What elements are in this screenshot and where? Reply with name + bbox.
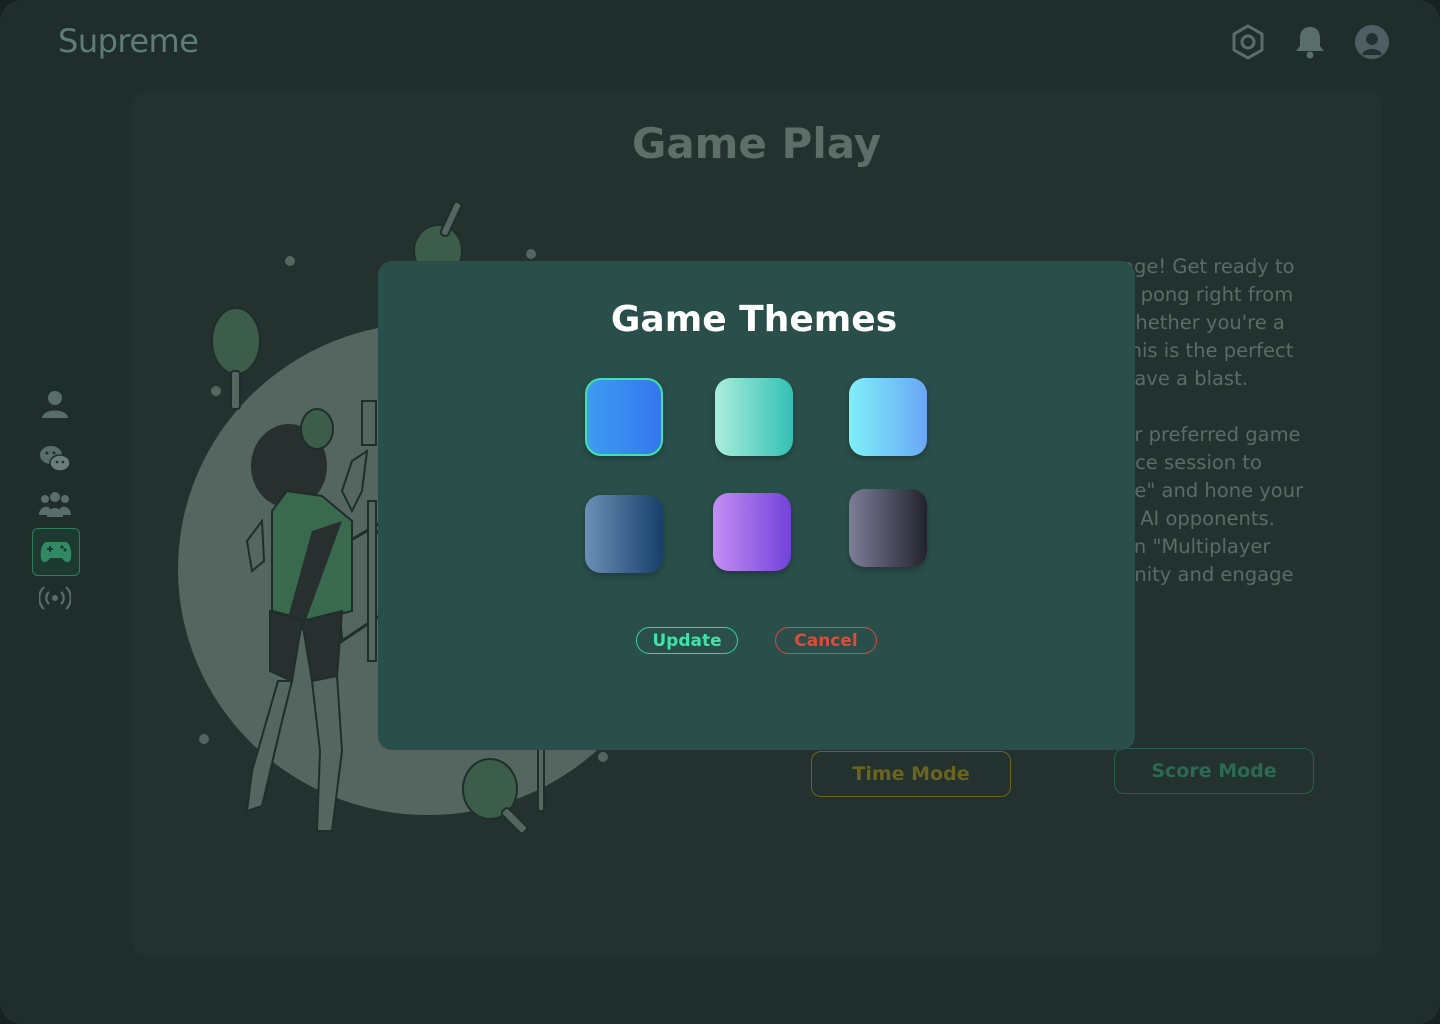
time-mode-button[interactable]: Time Mode: [811, 751, 1011, 797]
theme-swatch-sky[interactable]: [849, 378, 927, 456]
group-icon: [39, 492, 71, 517]
game-themes-modal: Game Themes Update Cancel: [378, 261, 1135, 750]
user-icon: [42, 391, 68, 418]
theme-swatch-navy[interactable]: [585, 495, 663, 573]
app-window: Supreme Game Play age! Get ready to pong…: [0, 0, 1440, 1024]
score-mode-button[interactable]: Score Mode: [1114, 748, 1314, 794]
sidebar-item-games[interactable]: [32, 528, 80, 576]
settings-icon[interactable]: [1230, 24, 1266, 60]
brand-logo: Supreme: [58, 22, 199, 60]
gamepad-icon: [40, 542, 72, 563]
sidebar-item-profile[interactable]: [32, 381, 78, 427]
cancel-button[interactable]: Cancel: [775, 627, 877, 654]
update-button[interactable]: Update: [636, 627, 738, 654]
broadcast-icon: [39, 586, 71, 610]
bell-icon[interactable]: [1292, 24, 1328, 60]
sidebar-item-chat[interactable]: [32, 436, 78, 482]
theme-swatch-blue[interactable]: [585, 378, 663, 456]
theme-swatch-violet[interactable]: [713, 493, 791, 571]
theme-swatch-mint[interactable]: [715, 378, 793, 456]
game-description: age! Get ready to g pong right from Vhet…: [1122, 255, 1304, 586]
modal-title: Game Themes: [610, 299, 898, 340]
page-title: Game Play: [631, 119, 882, 168]
avatar-icon[interactable]: [1354, 24, 1390, 60]
chat-icon: [40, 446, 71, 472]
sidebar-item-friends[interactable]: [32, 481, 78, 527]
sidebar-item-live[interactable]: [32, 575, 78, 621]
theme-swatch-slate[interactable]: [849, 489, 927, 567]
